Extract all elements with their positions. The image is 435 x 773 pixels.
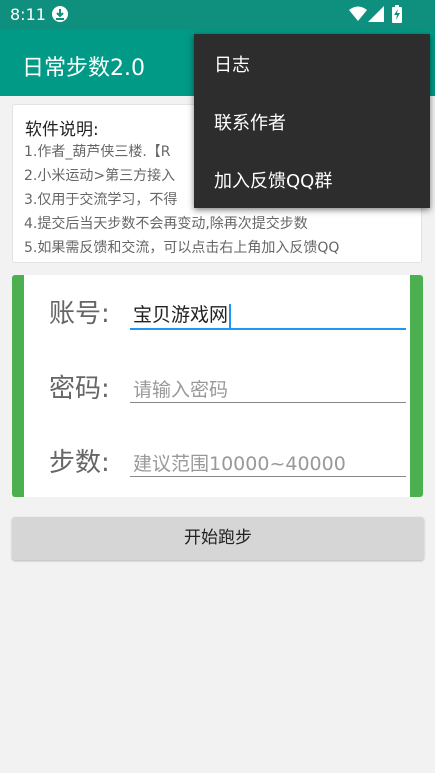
steps-placeholder: 建议范围10000~40000 xyxy=(133,453,346,475)
account-underline xyxy=(130,328,406,330)
form-body: 账号: 宝贝游戏网 密码: 请输入密码 步数: 建议范围10000~40000 xyxy=(24,275,410,497)
password-placeholder: 请输入密码 xyxy=(133,379,229,401)
cellular-signal-icon xyxy=(368,6,384,22)
menu-item-contact-author[interactable]: 联系作者 xyxy=(194,92,430,150)
status-bar: 8:11 xyxy=(0,0,435,30)
menu-item-label: 加入反馈QQ群 xyxy=(214,171,333,192)
status-time: 8:11 xyxy=(10,5,46,24)
info-line: 5.如果需反馈和交流，可以点击右上角加入反馈QQ xyxy=(24,240,340,256)
app-title: 日常步数2.0 xyxy=(22,56,145,81)
info-line: 1.作者_葫芦侠三楼.【R xyxy=(24,144,171,160)
password-input[interactable]: 请输入密码 xyxy=(130,369,406,403)
account-value: 宝贝游戏网 xyxy=(133,304,229,326)
steps-underline xyxy=(130,476,406,477)
steps-input[interactable]: 建议范围10000~40000 xyxy=(130,443,406,477)
password-underline xyxy=(130,402,406,403)
menu-item-join-qq-group[interactable]: 加入反馈QQ群 xyxy=(194,150,430,208)
info-line: 4.提交后当天步数不会再变动,除再次提交步数 xyxy=(24,216,308,232)
info-line: 2.小米运动>第三方接入 xyxy=(24,168,176,184)
menu-item-label: 联系作者 xyxy=(214,113,286,134)
info-line: 3.仅用于交流学习，不得 xyxy=(24,192,178,208)
text-cursor xyxy=(229,303,232,328)
steps-label: 步数: xyxy=(49,448,110,478)
account-input[interactable]: 宝贝游戏网 xyxy=(130,296,406,330)
password-label: 密码: xyxy=(49,374,110,404)
wifi-icon xyxy=(349,6,367,21)
menu-item-log[interactable]: 日志 xyxy=(194,34,430,92)
info-heading: 软件说明: xyxy=(25,120,99,140)
start-run-button[interactable]: 开始跑步 xyxy=(12,517,424,560)
battery-charging-icon xyxy=(392,5,402,23)
download-icon xyxy=(52,6,68,22)
overflow-menu: 日志 联系作者 加入反馈QQ群 xyxy=(194,34,430,208)
account-label: 账号: xyxy=(49,299,110,329)
menu-item-label: 日志 xyxy=(214,55,250,76)
login-form: 账号: 宝贝游戏网 密码: 请输入密码 步数: 建议范围10000~40000 xyxy=(12,275,423,497)
